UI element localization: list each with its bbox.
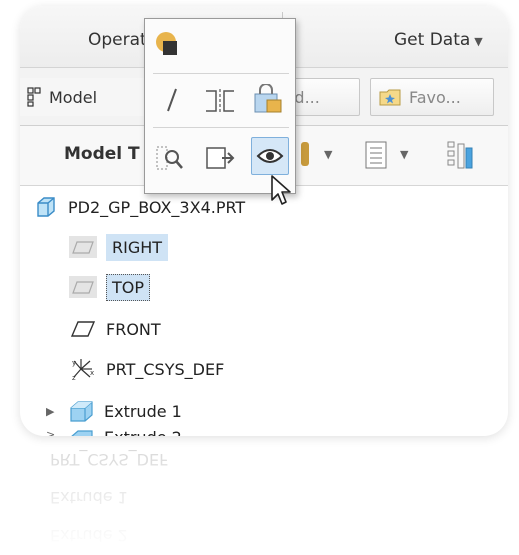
reflection-row: Extrude 2 — [20, 517, 508, 555]
find-icon — [156, 146, 183, 170]
popup-mirror-button[interactable] — [201, 81, 239, 119]
mouse-cursor-icon — [271, 175, 291, 205]
reflection-label: PRT_CSYS_DEF — [50, 450, 169, 470]
popup-shading-button[interactable] — [149, 25, 187, 63]
slash-icon — [167, 88, 177, 112]
svg-text:x: x — [90, 369, 94, 377]
popup-lock-button[interactable] — [249, 81, 287, 119]
tree-item-label: Extrude 2 — [104, 428, 182, 436]
get-data-text: Get Data — [394, 30, 471, 50]
popup-divider — [153, 127, 289, 128]
tree-root-label: PD2_GP_BOX_3X4.PRT — [68, 197, 246, 217]
lock-part-icon — [254, 84, 282, 113]
export-icon — [206, 147, 235, 169]
tree-item-label: RIGHT — [106, 233, 169, 261]
reflection-fade — [20, 436, 508, 555]
datum-plane-icon — [68, 275, 98, 299]
expand-arrow-icon[interactable]: ▶ — [46, 405, 60, 418]
expand-arrow-icon[interactable]: > — [46, 428, 60, 436]
model-tree-label: Model T — [64, 144, 140, 164]
columns-list-icon[interactable] — [364, 140, 390, 170]
tab-favorites-label: Favo... — [409, 87, 461, 107]
tree-item-csys[interactable]: y z x PRT_CSYS_DEF — [68, 350, 224, 388]
tree-item-label: FRONT — [106, 319, 161, 339]
get-data-group-label[interactable]: Get Data ▼ — [394, 30, 483, 50]
popup-divider — [153, 73, 289, 74]
popup-find-button[interactable] — [151, 139, 189, 177]
tree-item-front[interactable]: FRONT — [68, 310, 161, 348]
tree-item-extrude1[interactable]: ▶ Extrude 1 — [46, 392, 182, 430]
reflection-row: Extrude 1 — [20, 479, 508, 517]
svg-text:z: z — [72, 374, 76, 381]
datum-plane-icon — [68, 235, 98, 259]
csys-icon: y z x — [68, 357, 98, 381]
part-icon — [30, 195, 60, 219]
reflection-row: PRT_CSYS_DEF — [20, 441, 508, 479]
datum-plane-icon — [68, 317, 98, 341]
shading-icon — [156, 32, 177, 55]
popup-visibility-button[interactable] — [251, 137, 289, 175]
extrude-icon — [66, 428, 96, 436]
chevron-down-icon[interactable]: ▼ — [400, 148, 408, 161]
tab-model-label: Model — [49, 87, 98, 107]
tree-item-label: TOP — [106, 273, 151, 301]
chevron-down-icon[interactable]: ▼ — [324, 148, 332, 161]
tree-item-right[interactable]: RIGHT — [68, 228, 169, 266]
extrude-icon — [66, 399, 96, 423]
reflection-decoration: Extrude 2 Extrude 1 PRT_CSYS_DEF — [20, 436, 508, 555]
tree-filter-icon[interactable] — [446, 140, 474, 172]
model-tree-icon — [27, 87, 41, 107]
popup-export-button[interactable] — [201, 139, 239, 177]
favorites-folder-icon — [379, 89, 401, 106]
tree-item-top[interactable]: TOP — [68, 268, 151, 306]
tree-item-label: Extrude 1 — [104, 401, 182, 421]
reflection-label: Extrude 2 — [50, 526, 128, 546]
visibility-popup-menu — [144, 18, 296, 194]
tree-item-label: PRT_CSYS_DEF — [106, 359, 225, 379]
visibility-eye-icon — [256, 149, 284, 163]
svg-text:y: y — [72, 359, 76, 367]
popup-slash-button[interactable] — [153, 81, 191, 119]
mirror-icon — [206, 89, 234, 113]
app-panel: Operations Get Data ▼ Model Bld... Favo..… — [20, 6, 508, 436]
tab-favorites[interactable]: Favo... — [370, 78, 494, 116]
settings-tool-icon[interactable] — [298, 140, 312, 168]
chevron-down-icon: ▼ — [474, 35, 483, 48]
reflection-content: Extrude 2 Extrude 1 PRT_CSYS_DEF — [20, 441, 508, 555]
tree-item-extrude2[interactable]: > Extrude 2 — [46, 428, 182, 436]
reflection-label: Extrude 1 — [50, 488, 128, 508]
